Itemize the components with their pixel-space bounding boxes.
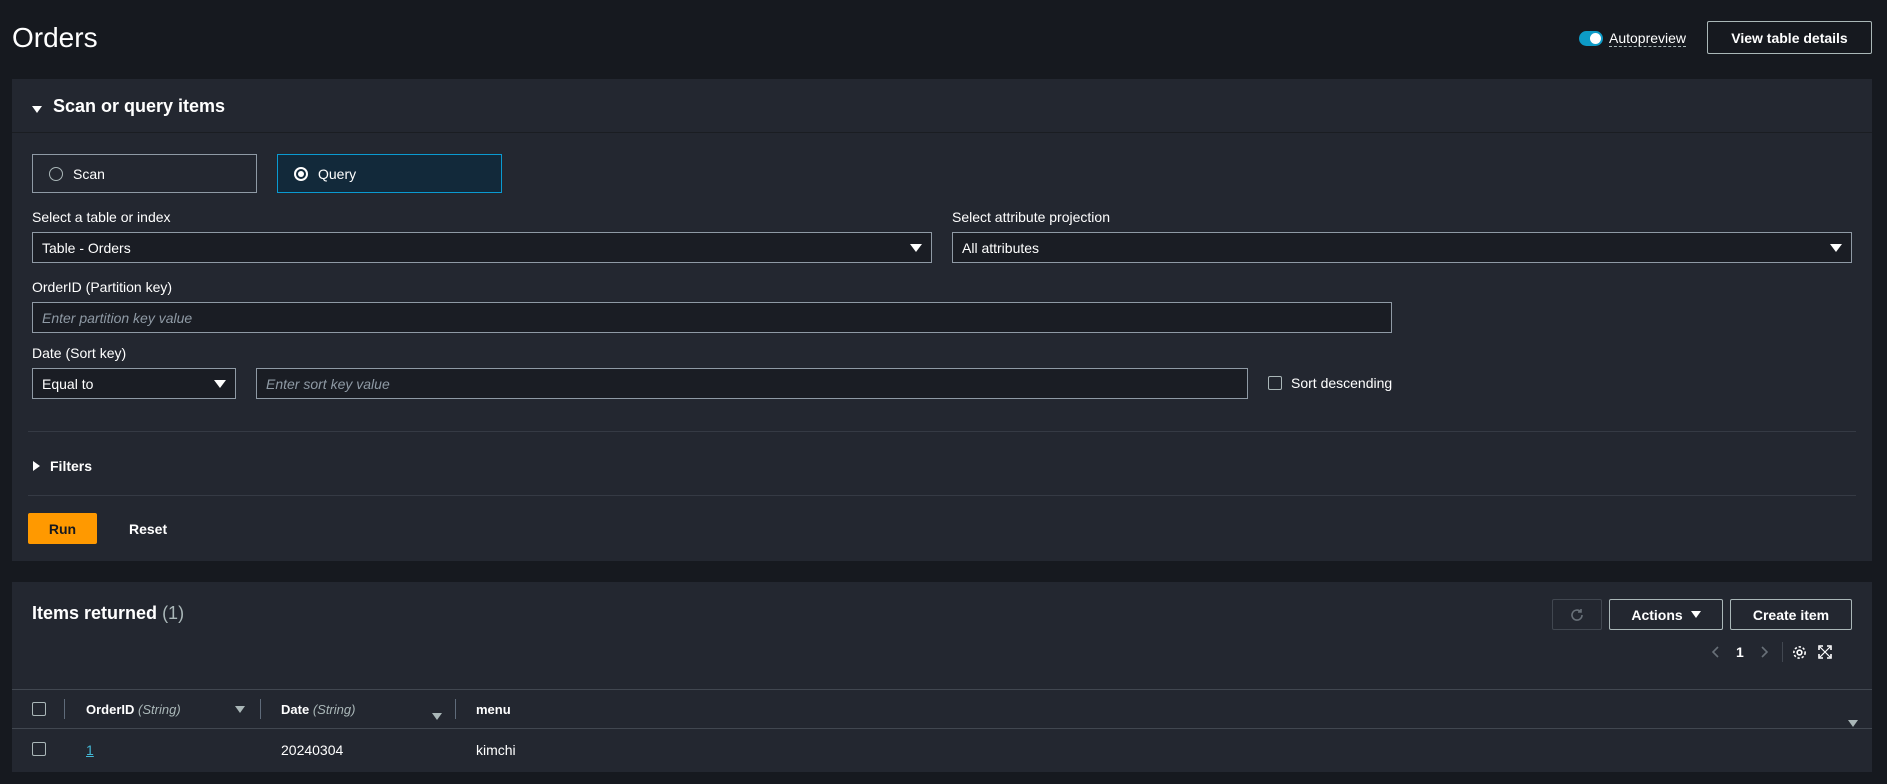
table-row[interactable]: 1 20240304 kimchi [12,729,1872,769]
sort-operator-select[interactable]: Equal to [32,368,236,399]
scan-label: Scan [73,165,105,182]
column-name: OrderID [86,702,135,717]
row-checkbox[interactable] [32,742,46,756]
create-item-button[interactable]: Create item [1730,599,1852,630]
autopreview-label: Autopreview [1609,30,1687,47]
column-header-date[interactable]: Date (String) [281,702,355,717]
column-type: (String) [138,702,181,717]
sort-key-input[interactable]: Enter sort key value [256,368,1248,399]
fullscreen-icon[interactable] [1817,644,1833,660]
dropdown-caret-icon [1690,611,1701,618]
select-all-checkbox[interactable] [32,702,46,716]
query-label: Query [318,165,357,182]
order-id-link[interactable]: 1 [86,742,94,758]
items-returned-panel: Items returned (1) Actions Create item 1 [12,582,1872,772]
expand-caret-icon [33,461,40,471]
chevron-left-icon[interactable] [1708,644,1724,660]
column-type: (String) [312,702,356,717]
collapse-caret-icon [32,106,42,113]
scan-query-title: Scan or query items [53,96,226,116]
pagination: 1 [1708,641,1858,663]
actions-label: Actions [1631,606,1683,623]
column-name: Date [281,702,310,717]
menu-cell: kimchi [476,742,516,758]
actions-button[interactable]: Actions [1609,599,1723,630]
table-select[interactable]: Table - Orders [32,232,932,263]
scan-option[interactable]: Scan [32,154,257,193]
table-header: OrderID (String) Date (String) menu [12,690,1872,728]
dropdown-caret-icon [910,243,922,252]
items-returned-title: Items returned (1) [32,603,184,624]
partition-key-label: OrderID (Partition key) [32,279,173,295]
dropdown-caret-icon [214,379,226,388]
projection-select-value: All attributes [962,239,1040,256]
date-cell: 20240304 [281,742,344,758]
divider [1781,642,1783,662]
partition-key-input[interactable]: Enter partition key value [32,302,1392,333]
view-table-details-button[interactable]: View table details [1707,21,1872,54]
sort-key-label: Date (Sort key) [32,345,127,361]
sort-caret-icon[interactable] [235,706,245,713]
sort-descending-option[interactable]: Sort descending [1268,375,1392,391]
scan-query-panel: Scan or query items Scan Query Select a … [12,79,1872,561]
refresh-button[interactable] [1552,599,1602,630]
divider [28,495,1856,496]
reset-button[interactable]: Reset [129,521,167,537]
items-returned-label: Items returned [32,603,158,623]
sort-descending-label: Sort descending [1291,375,1393,391]
sort-operator-value: Equal to [42,375,94,392]
column-header-orderid[interactable]: OrderID (String) [86,702,181,717]
column-separator [64,699,65,719]
chevron-right-icon[interactable] [1756,644,1772,660]
column-separator [260,699,261,719]
toggle-switch[interactable] [1579,31,1603,46]
projection-select-label: Select attribute projection [952,209,1110,225]
items-count: (1) [162,603,185,623]
projection-select[interactable]: All attributes [952,232,1852,263]
table-select-value: Table - Orders [42,239,131,256]
page-title: Orders [12,22,98,53]
column-header-menu[interactable]: menu [476,702,511,717]
scan-radio[interactable] [49,166,63,181]
column-name: menu [476,702,511,717]
query-radio[interactable] [294,166,308,181]
column-separator [455,699,456,719]
run-button[interactable]: Run [28,513,97,544]
page-number[interactable]: 1 [1736,644,1744,660]
scan-query-header[interactable]: Scan or query items [12,79,1872,133]
sort-caret-icon[interactable] [432,713,442,720]
refresh-icon [1571,608,1583,621]
divider [28,431,1856,432]
query-option[interactable]: Query [277,154,502,193]
filters-label: Filters [50,458,93,474]
filters-expander[interactable]: Filters [33,458,92,474]
table-select-label: Select a table or index [32,209,171,225]
autopreview-toggle[interactable]: Autopreview [1579,30,1687,47]
gear-icon[interactable] [1791,644,1808,661]
sort-descending-checkbox[interactable] [1268,376,1282,390]
sort-caret-icon[interactable] [1848,720,1858,727]
dropdown-caret-icon [1830,243,1842,252]
